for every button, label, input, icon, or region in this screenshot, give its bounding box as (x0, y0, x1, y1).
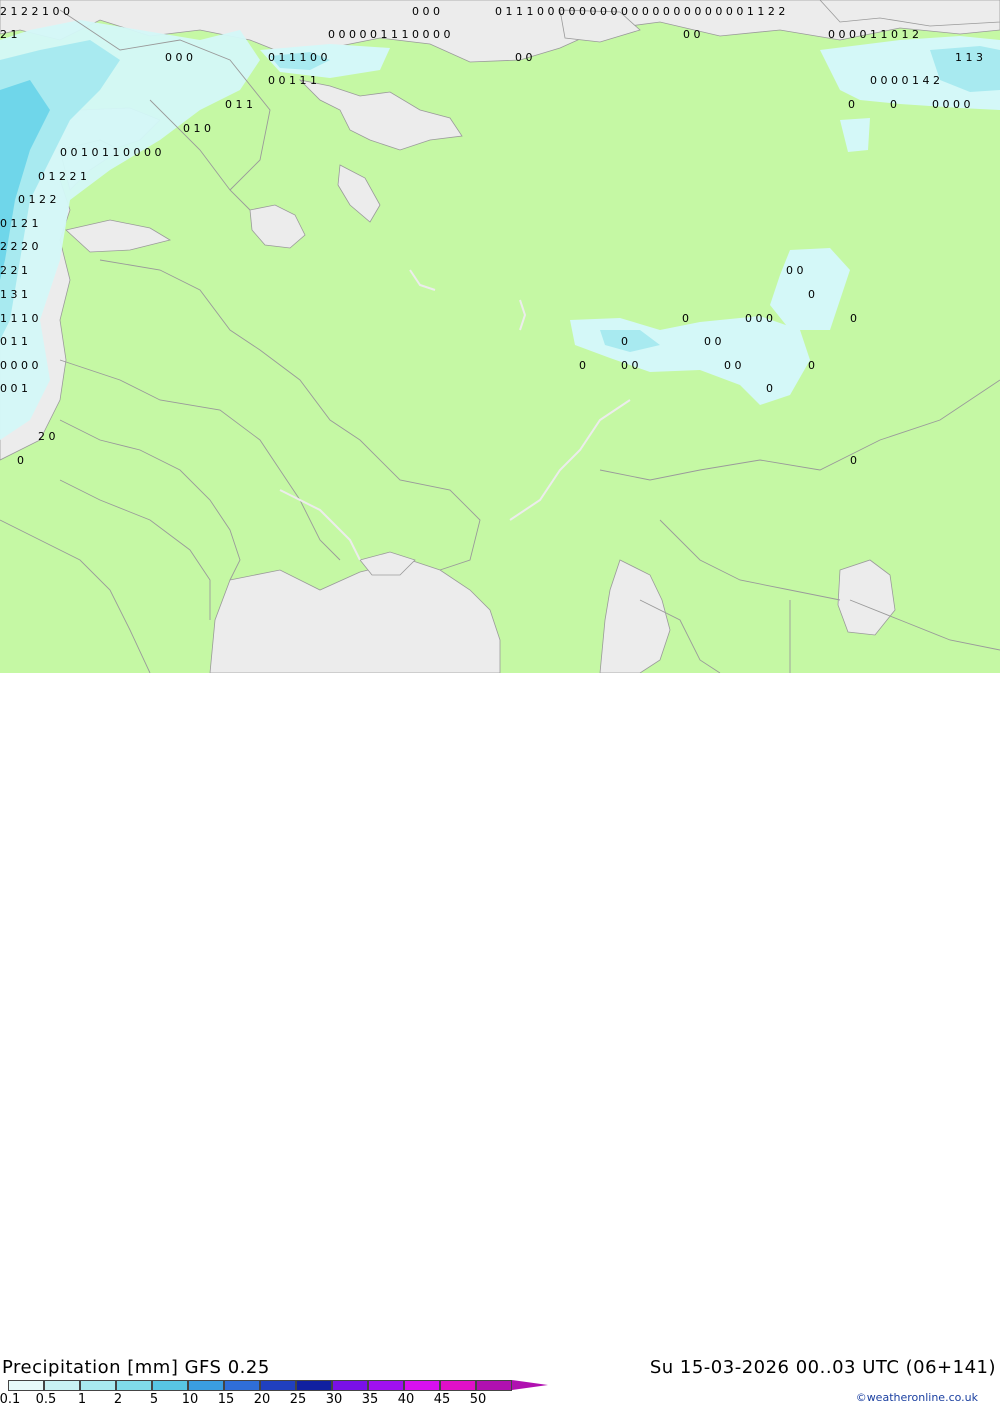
precip-value: 2 2 1 (0, 264, 28, 277)
precip-legend (8, 1380, 548, 1391)
precip-value: 1 1 3 (955, 51, 983, 64)
precip-value: 0 0 0 0 (932, 98, 970, 111)
legend-swatch (8, 1380, 44, 1391)
legend-tick-label: 1 (77, 1392, 87, 1407)
precip-value: 0 0 0 0 1 4 2 (870, 74, 940, 87)
precip-value: 2 0 (38, 430, 56, 443)
precip-value: 2 1 (0, 28, 18, 41)
legend-swatch (440, 1380, 476, 1391)
gulf-of-finland (65, 219, 172, 253)
legend-tick-label: 20 (253, 1392, 271, 1407)
precip-value: 0 0 1 0 1 1 0 0 0 0 (60, 146, 161, 159)
legend-tick-label: 50 (469, 1392, 487, 1407)
legend-swatch (80, 1380, 116, 1391)
legend-tick-label: 15 (217, 1392, 235, 1407)
legend-swatch (368, 1380, 404, 1391)
precip-value: 0 (808, 288, 815, 301)
aral-sea (837, 559, 896, 636)
map-canvas: 2 1 2 2 1 0 0 2 1 0 0 0 0 1 1 1 0 0 0 0 … (0, 0, 1000, 673)
precip-value: 0 0 (724, 359, 742, 372)
precip-value: 0 0 0 0 0 1 1 1 0 0 0 0 (328, 28, 450, 41)
legend-swatch (332, 1380, 368, 1391)
forecast-datetime: Su 15-03-2026 00..03 UTC (06+141) (649, 1357, 996, 1378)
precip-legend-labels: 0.1 0.5 1 2 5 10 15 20 25 30 35 40 45 50 (0, 1392, 520, 1407)
legend-swatch (152, 1380, 188, 1391)
legend-tick-label: 35 (361, 1392, 379, 1407)
precip-value: 0 0 1 (0, 382, 28, 395)
caspian-sea (599, 559, 671, 673)
map-title: Precipitation [mm] GFS 0.25 (2, 1357, 270, 1378)
precip-value: 0 0 (621, 359, 639, 372)
legend-swatch (188, 1380, 224, 1391)
precip-value: 0 1 2 2 1 (38, 170, 87, 183)
precip-value: 0 0 0 (412, 5, 440, 18)
precip-value: 0 1 0 (183, 122, 211, 135)
precip-value: 0 1 1 (0, 335, 28, 348)
legend-arrow (512, 1380, 548, 1390)
precip-value: 1 3 1 (0, 288, 28, 301)
legend-swatch (296, 1380, 332, 1391)
legend-swatch (224, 1380, 260, 1391)
precip-value: 0 1 1 1 0 0 (268, 51, 327, 64)
rivers (279, 269, 631, 561)
precip-value: 0 1 1 (225, 98, 253, 111)
white-sea (298, 79, 463, 151)
precip-value: 0 (848, 98, 855, 111)
precip-value: 0 (579, 359, 586, 372)
precip-value: 0 0 1 1 1 (268, 74, 317, 87)
precipitation-map[interactable]: 2 1 2 2 1 0 0 2 1 0 0 0 0 1 1 1 0 0 0 0 … (0, 0, 1000, 673)
precip-value: 0 0 0 0 1 1 0 1 2 (828, 28, 919, 41)
black-sea (209, 559, 501, 673)
precip-value: 0 (890, 98, 897, 111)
precip-value: 0 1 2 2 (18, 193, 56, 206)
precip-value: 0 1 1 1 0 0 0 0 0 0 0 0 0 0 0 0 0 0 0 0 … (495, 5, 785, 18)
credit-link[interactable]: ©weatheronline.co.uk (856, 1391, 978, 1404)
precip-value: 0 0 (683, 28, 701, 41)
precip-value: 0 (850, 454, 857, 467)
legend-tick-label: 25 (289, 1392, 307, 1407)
precip-value: 2 2 2 0 (0, 240, 38, 253)
lake-ladoga (249, 204, 306, 249)
legend-tick-label: 45 (433, 1392, 451, 1407)
precip-value: 0 0 (704, 335, 722, 348)
legend-tick-label: 10 (181, 1392, 199, 1407)
legend-tick-label: 30 (325, 1392, 343, 1407)
legend-tick-label: 0.5 (35, 1392, 57, 1407)
legend-swatch (44, 1380, 80, 1391)
precip-value: 0 1 2 1 (0, 217, 38, 230)
map-footer: Precipitation [mm] GFS 0.25 Su 15-03-202… (0, 673, 1000, 1407)
legend-swatch (116, 1380, 152, 1391)
precip-value: 1 1 1 0 (0, 312, 38, 325)
legend-swatch (476, 1380, 512, 1391)
lake-onega (337, 164, 381, 223)
precip-value: 0 0 (786, 264, 804, 277)
precip-value: 0 (850, 312, 857, 325)
precip-value: 0 (17, 454, 24, 467)
legend-tick-label: 5 (149, 1392, 159, 1407)
precip-value: 0 0 (515, 51, 533, 64)
precip-value: 0 (808, 359, 815, 372)
precip-value: 0 (682, 312, 689, 325)
legend-tick-label: 2 (113, 1392, 123, 1407)
precip-value: 0 0 0 0 (0, 359, 38, 372)
precip-value: 0 0 0 (165, 51, 193, 64)
precip-value: 0 (766, 382, 773, 395)
precip-value: 2 1 2 2 1 0 0 (0, 5, 70, 18)
precip-value: 0 (621, 335, 628, 348)
legend-tick-label: 0.1 (0, 1392, 21, 1407)
legend-tick-label: 40 (397, 1392, 415, 1407)
precip-value: 0 0 0 (745, 312, 773, 325)
legend-swatch (260, 1380, 296, 1391)
legend-swatch (404, 1380, 440, 1391)
